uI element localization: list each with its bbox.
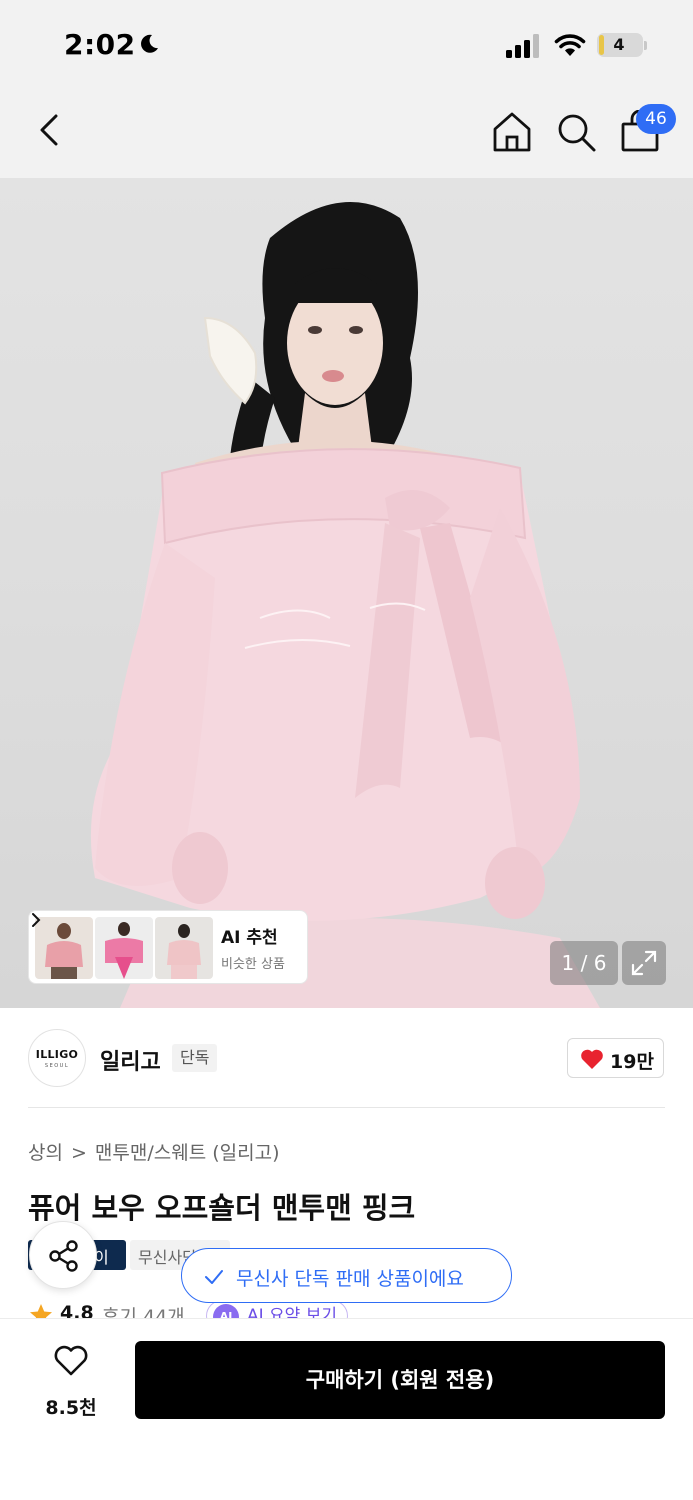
brand-logo-text: ILLIGO <box>35 1048 79 1061</box>
nav-bar <box>0 90 693 178</box>
check-icon <box>205 1270 223 1284</box>
breadcrumb-subcategory[interactable]: 맨투맨/스웨트 (일리고) <box>95 1142 280 1164</box>
status-bar: 2:02 4 <box>0 0 693 90</box>
brand-like-count: 19만 <box>610 1051 654 1073</box>
breadcrumb-category[interactable]: 상의 <box>28 1142 63 1164</box>
heart-outline-icon <box>54 1345 88 1376</box>
ai-thumb-3[interactable] <box>155 917 213 979</box>
wishlist-button[interactable]: 8.5천 <box>28 1343 114 1423</box>
ai-thumb-1[interactable] <box>35 917 93 979</box>
brand-logo-subtext: SEOUL <box>44 1063 70 1069</box>
brand-name[interactable]: 일리고 <box>100 1044 161 1076</box>
page-indicator: 1 / 6 <box>550 941 618 985</box>
product-title: 퓨어 보우 오프숄더 맨투맨 핑크 <box>28 1191 416 1225</box>
brand-row: ILLIGO SEOUL 일리고 단독 19만 <box>0 1008 693 1108</box>
toast-text: 무신사 단독 판매 상품이에요 <box>236 1268 464 1290</box>
back-icon[interactable] <box>30 110 70 150</box>
product-photo <box>90 202 600 1008</box>
search-icon[interactable] <box>554 110 598 154</box>
status-time: 2:02 <box>64 28 136 61</box>
photo-hair-bow <box>203 316 258 405</box>
breadcrumb: 상의 > 맨투맨/스웨트 (일리고) <box>28 1138 279 1165</box>
expand-button[interactable] <box>622 941 666 985</box>
battery-nub <box>644 41 647 50</box>
buy-button[interactable]: 구매하기 (회원 전용) <box>135 1341 665 1419</box>
moon-icon <box>141 34 158 53</box>
breadcrumb-separator: > <box>70 1142 87 1164</box>
divider <box>28 1107 665 1108</box>
chevron-right-icon <box>32 913 41 927</box>
bottom-action-bar: 8.5천 구매하기 (회원 전용) <box>0 1318 693 1500</box>
brand-logo[interactable]: ILLIGO SEOUL <box>28 1029 86 1087</box>
brand-like-button[interactable]: 19만 <box>567 1038 664 1078</box>
share-button[interactable] <box>29 1221 97 1289</box>
wifi-icon <box>554 34 586 56</box>
heart-icon <box>581 1049 603 1069</box>
wishlist-count: 8.5천 <box>45 1397 97 1419</box>
exclusive-toast: 무신사 단독 판매 상품이에요 <box>181 1248 512 1303</box>
cart-count-badge[interactable]: 46 <box>636 104 676 134</box>
brand-exclusive-tag: 단독 <box>172 1044 218 1072</box>
signal-icon <box>506 34 539 58</box>
share-icon <box>49 1240 78 1272</box>
battery-indicator: 4 <box>597 33 643 57</box>
battery-label: 4 <box>613 35 625 54</box>
ai-recommend-title: AI 추천 <box>221 928 278 948</box>
product-image-gallery[interactable]: AI 추천 비슷한 상품 1 / 6 <box>0 178 693 1008</box>
ai-recommend-card[interactable]: AI 추천 비슷한 상품 <box>28 910 308 984</box>
expand-icon <box>631 950 657 976</box>
ai-recommend-subtitle: 비슷한 상품 <box>221 957 285 972</box>
ai-thumb-2[interactable] <box>95 917 153 979</box>
home-icon[interactable] <box>490 110 534 154</box>
